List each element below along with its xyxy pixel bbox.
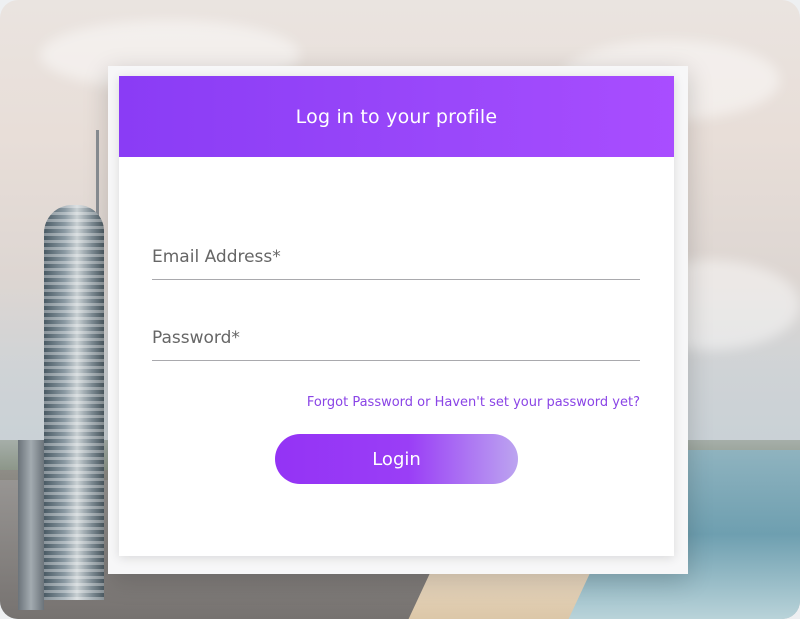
building — [18, 440, 44, 610]
tower-spire — [96, 130, 99, 220]
skyscraper — [44, 205, 104, 600]
login-card: Log in to your profile Forgot Password o… — [108, 66, 688, 574]
email-field — [152, 235, 640, 280]
forgot-password-link[interactable]: Forgot Password or Haven't set your pass… — [307, 395, 640, 410]
beach — [408, 570, 592, 619]
password-input[interactable] — [152, 328, 640, 348]
login-panel: Log in to your profile Forgot Password o… — [119, 76, 674, 556]
email-input[interactable] — [152, 247, 640, 267]
login-header: Log in to your profile — [119, 76, 674, 157]
login-button[interactable]: Login — [275, 434, 518, 484]
password-field — [152, 316, 640, 361]
page-title: Log in to your profile — [295, 105, 498, 128]
